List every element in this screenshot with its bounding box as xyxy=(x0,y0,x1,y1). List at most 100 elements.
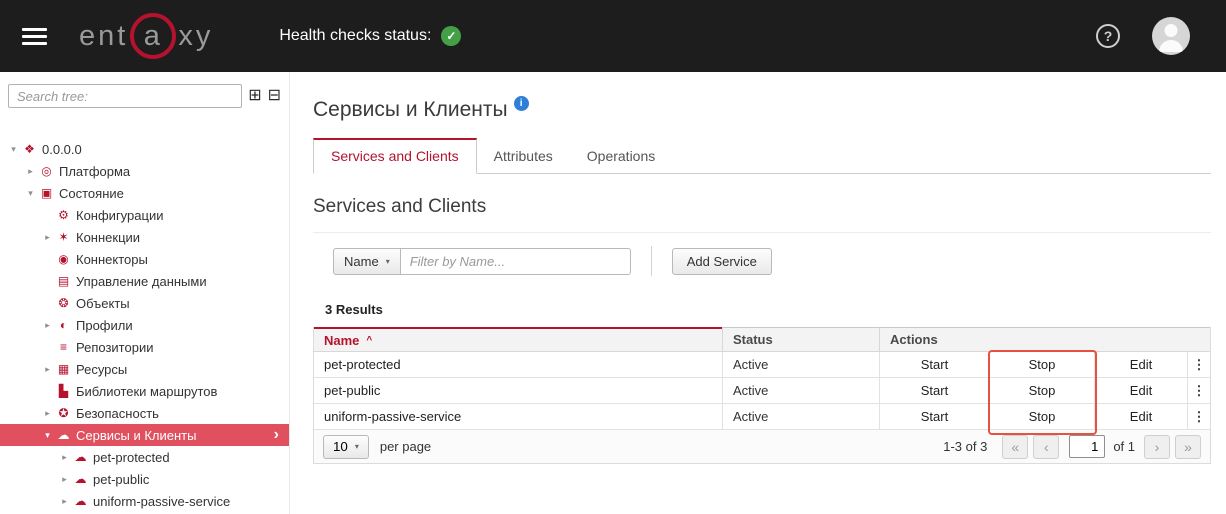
sidebar-item-connectors[interactable]: ◉ Коннекторы xyxy=(0,248,289,270)
tree-item-label: Управление данными xyxy=(76,274,207,289)
tree-chevron-icon[interactable]: ▸ xyxy=(40,364,55,375)
sidebar-item-platform[interactable]: ▸ ◎ Платформа xyxy=(0,160,289,182)
page-number-input[interactable] xyxy=(1069,435,1105,458)
per-page-label: per page xyxy=(380,439,431,454)
sidebar-item-uniform-passive-service[interactable]: ▸ ☁ uniform-passive-service xyxy=(0,490,289,512)
start-button[interactable]: Start xyxy=(879,352,989,377)
column-header-status[interactable]: Status xyxy=(722,327,879,352)
stop-button[interactable]: Stop xyxy=(989,352,1094,377)
connections-icon: ✶ xyxy=(55,230,72,244)
filter-row: Name ▾ Add Service xyxy=(313,233,1211,289)
services-and-clients-icon: ☁ xyxy=(55,428,72,442)
objects-icon: ❂ xyxy=(55,296,72,310)
sidebar-item-objects[interactable]: ❂ Объекты xyxy=(0,292,289,314)
name-header-label: Name xyxy=(324,333,359,348)
health-ok-icon: ✓ xyxy=(441,26,461,46)
title-row: Сервисы и Клиенты i xyxy=(313,98,1211,122)
status-cell: Active xyxy=(722,378,879,403)
tree-chevron-icon[interactable]: ▾ xyxy=(23,188,38,199)
menu-icon[interactable] xyxy=(22,28,47,45)
tree-item-label: Сервисы и Клиенты xyxy=(76,428,196,443)
tree-chevron-icon[interactable]: ▸ xyxy=(57,474,72,485)
tree-chevron-icon[interactable]: ▸ xyxy=(40,232,55,243)
tree-chevron-icon[interactable]: ▸ xyxy=(57,496,72,507)
start-button[interactable]: Start xyxy=(879,404,989,429)
tree-chevron-icon[interactable]: ▸ xyxy=(57,452,72,463)
table-row: pet-protected Active Start Stop Edit ⋮ xyxy=(314,352,1210,378)
tab-services-and-clients[interactable]: Services and Clients xyxy=(313,138,477,174)
sidebar-item-root-0-0-0-0[interactable]: ▾ ❖ 0.0.0.0 xyxy=(0,138,289,160)
sidebar: ⊞ ⊟ ▾ ❖ 0.0.0.0 ▸ ◎ Платформа ▾ ▣ Состоя… xyxy=(0,72,290,514)
topbar: ent a xy Health checks status: ✓ ? xyxy=(0,0,1226,72)
tree-search-input[interactable] xyxy=(8,84,242,108)
tree-item-label: Состояние xyxy=(59,186,124,201)
sidebar-item-data-management[interactable]: ▤ Управление данными xyxy=(0,270,289,292)
service-name-cell[interactable]: pet-protected xyxy=(314,352,722,377)
stop-button[interactable]: Stop xyxy=(989,378,1094,403)
state-icon: ▣ xyxy=(38,186,55,200)
edit-button[interactable]: Edit xyxy=(1094,378,1187,403)
filter-input[interactable] xyxy=(401,248,631,275)
edit-button[interactable]: Edit xyxy=(1094,404,1187,429)
column-header-name[interactable]: Name ^ xyxy=(314,327,722,352)
sidebar-item-repositories[interactable]: ≡ Репозитории xyxy=(0,336,289,358)
row-menu-icon[interactable]: ⋮ xyxy=(1187,352,1210,377)
filter-field-label: Name xyxy=(344,254,379,269)
repositories-icon: ≡ xyxy=(55,340,72,354)
sidebar-item-route-libraries[interactable]: ▙ Библиотеки маршрутов xyxy=(0,380,289,402)
edit-button[interactable]: Edit xyxy=(1094,352,1187,377)
sidebar-item-state[interactable]: ▾ ▣ Состояние xyxy=(0,182,289,204)
security-icon: ✪ xyxy=(55,406,72,420)
prev-page-button[interactable]: ‹ xyxy=(1033,435,1059,459)
tree-item-label: pet-protected xyxy=(93,450,170,465)
add-service-button[interactable]: Add Service xyxy=(672,248,772,275)
data-management-icon: ▤ xyxy=(55,274,72,288)
info-icon[interactable]: i xyxy=(514,96,529,111)
tree-item-label: pet-public xyxy=(93,472,149,487)
sidebar-item-pet-protected[interactable]: ▸ ☁ pet-protected xyxy=(0,446,289,468)
services-panel: Name ▾ Add Service 3 Results Name ^ Stat… xyxy=(313,232,1211,464)
tree-chevron-icon[interactable]: ▾ xyxy=(6,144,21,155)
service-name-cell[interactable]: pet-public xyxy=(314,378,722,403)
tree-chevron-icon[interactable]: ▸ xyxy=(23,166,38,177)
last-page-button[interactable]: » xyxy=(1175,435,1201,459)
sidebar-item-resources[interactable]: ▸ ▦ Ресурсы xyxy=(0,358,289,380)
service-name-cell[interactable]: uniform-passive-service xyxy=(314,404,722,429)
row-menu-icon[interactable]: ⋮ xyxy=(1187,404,1210,429)
sidebar-item-security[interactable]: ▸ ✪ Безопасность xyxy=(0,402,289,424)
chevron-down-icon: ▾ xyxy=(386,257,390,266)
sidebar-item-configurations[interactable]: ⚙ Конфигурации xyxy=(0,204,289,226)
expand-all-icon[interactable]: ⊞ xyxy=(248,88,261,104)
column-header-actions: Actions xyxy=(879,327,1210,352)
sidebar-item-profiles[interactable]: ▸ ◐ Профили xyxy=(0,314,289,336)
start-button[interactable]: Start xyxy=(879,378,989,403)
filter-field-dropdown[interactable]: Name ▾ xyxy=(333,248,401,275)
next-page-button[interactable]: › xyxy=(1144,435,1170,459)
sidebar-item-pet-public[interactable]: ▸ ☁ pet-public xyxy=(0,468,289,490)
avatar-body-icon xyxy=(1159,40,1183,52)
health-checks-status: Health checks status: ✓ xyxy=(279,26,461,46)
tree-chevron-icon[interactable]: ▸ xyxy=(40,408,55,419)
results-count: 3 Results xyxy=(313,289,1211,327)
row-menu-icon[interactable]: ⋮ xyxy=(1187,378,1210,403)
sidebar-item-connections[interactable]: ▸ ✶ Коннекции xyxy=(0,226,289,248)
stop-button[interactable]: Stop xyxy=(989,404,1094,429)
collapse-all-icon[interactable]: ⊟ xyxy=(268,88,281,104)
selected-item-arrow-icon: › xyxy=(274,427,279,443)
services-table: Name ^ Status Actions pet-protected Acti… xyxy=(313,327,1211,430)
tree-item-label: Конфигурации xyxy=(76,208,163,223)
profiles-icon: ◐ xyxy=(55,318,72,332)
tab-operations[interactable]: Operations xyxy=(570,140,672,173)
tree-chevron-icon[interactable]: ▾ xyxy=(40,430,55,441)
page-size-select[interactable]: 10 ▾ xyxy=(323,435,369,459)
range-text: 1-3 of 3 xyxy=(943,439,987,454)
help-icon[interactable]: ? xyxy=(1096,24,1120,48)
configurations-icon: ⚙ xyxy=(55,208,72,222)
tree-item-label: Профили xyxy=(76,318,133,333)
tree-chevron-icon[interactable]: ▸ xyxy=(40,320,55,331)
tab-attributes[interactable]: Attributes xyxy=(477,140,570,173)
first-page-button[interactable]: « xyxy=(1002,435,1028,459)
table-row: pet-public Active Start Stop Edit ⋮ xyxy=(314,378,1210,404)
user-avatar[interactable] xyxy=(1152,17,1190,55)
sidebar-item-services-and-clients[interactable]: ▾ ☁ Сервисы и Клиенты › xyxy=(0,424,289,446)
